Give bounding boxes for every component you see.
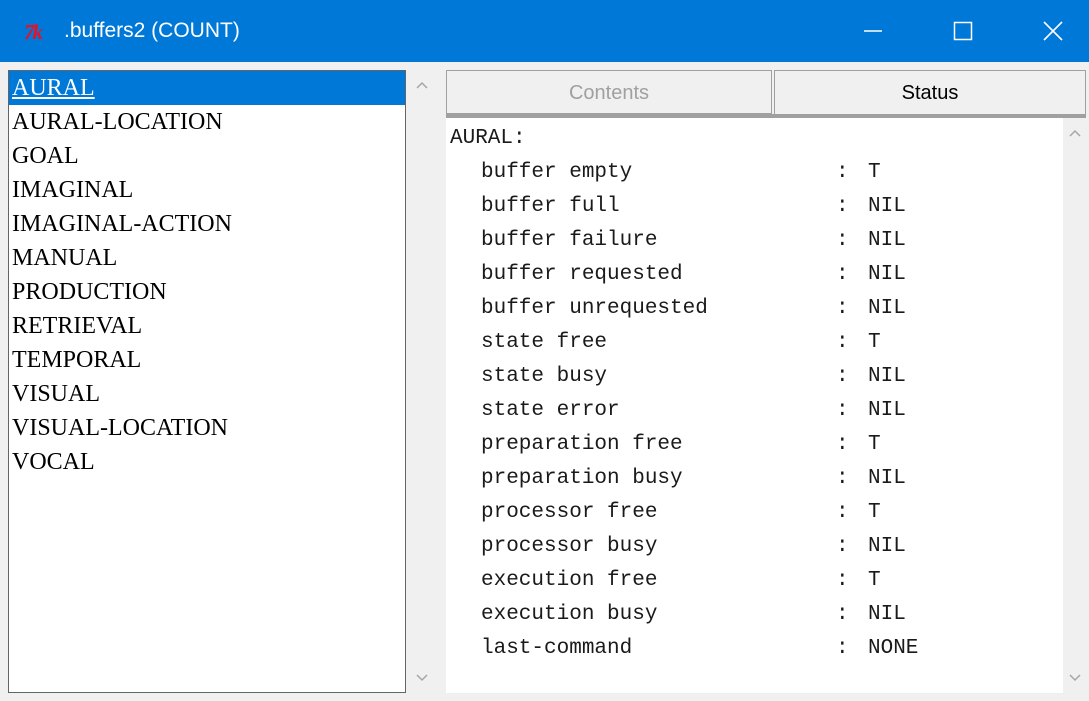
status-value: T xyxy=(868,331,881,354)
status-key: state busy xyxy=(481,365,608,388)
status-key: buffer failure xyxy=(481,229,658,252)
list-item[interactable]: VOCAL xyxy=(9,445,405,479)
status-key: state error xyxy=(481,399,620,422)
buffer-listbox[interactable]: AURAL AURAL-LOCATION GOAL IMAGINAL IMAGINAL-… xyxy=(8,70,406,693)
list-item[interactable]: AURAL xyxy=(9,71,405,105)
status-value: NIL xyxy=(868,297,906,320)
status-panel: AURAL: buffer empty: Tbuffer full: NIL buff… xyxy=(446,118,1063,693)
list-item[interactable]: RETRIEVAL xyxy=(9,309,405,343)
list-item[interactable]: VISUAL-LOCATION xyxy=(9,411,405,445)
status-row: buffer unrequested: NIL xyxy=(481,292,918,326)
status-value: T xyxy=(868,433,881,456)
status-separator: : xyxy=(836,603,849,626)
status-separator: : xyxy=(836,501,849,524)
status-row: state busy: NIL xyxy=(481,360,918,394)
status-rows: buffer empty: Tbuffer full: NIL buffer fail… xyxy=(481,156,918,666)
status-value: NIL xyxy=(868,263,906,286)
status-row: preparation free: T xyxy=(481,428,918,462)
status-separator: : xyxy=(836,467,849,490)
tab-status[interactable]: Status xyxy=(774,70,1086,114)
status-separator: : xyxy=(836,229,849,252)
close-button[interactable] xyxy=(1022,0,1084,62)
status-key: state free xyxy=(481,331,608,354)
status-key: processor busy xyxy=(481,535,658,558)
scroll-up-icon[interactable] xyxy=(1067,126,1083,142)
status-header: AURAL: xyxy=(450,127,526,150)
status-separator: : xyxy=(836,399,849,422)
status-separator: : xyxy=(836,433,849,456)
status-separator: : xyxy=(836,161,849,184)
status-value: T xyxy=(868,569,881,592)
status-key: last-command xyxy=(481,637,633,660)
status-value: NIL xyxy=(868,467,906,490)
minimize-button[interactable] xyxy=(842,0,904,62)
status-separator: : xyxy=(836,365,849,388)
tk-logo-icon: 7k xyxy=(24,20,43,44)
status-value: NIL xyxy=(868,535,906,558)
status-value: NIL xyxy=(868,365,906,388)
list-item[interactable]: GOAL xyxy=(9,139,405,173)
status-key: preparation free xyxy=(481,433,683,456)
status-row: preparation busy: NIL xyxy=(481,462,918,496)
title-bar[interactable]: 7k .buffers2 (COUNT) xyxy=(0,0,1089,62)
status-value: NIL xyxy=(868,229,906,252)
minimize-icon xyxy=(864,30,882,32)
status-separator: : xyxy=(836,297,849,320)
window-title: .buffers2 (COUNT) xyxy=(64,19,240,42)
status-separator: : xyxy=(836,195,849,218)
status-key: execution free xyxy=(481,569,658,592)
status-row: buffer empty: T xyxy=(481,156,918,190)
status-separator: : xyxy=(836,263,849,286)
status-separator: : xyxy=(836,535,849,558)
status-separator: : xyxy=(836,569,849,592)
status-value: NIL xyxy=(868,399,906,422)
status-key: buffer full xyxy=(481,195,620,218)
close-icon xyxy=(1043,21,1063,41)
tab-contents[interactable]: Contents xyxy=(446,70,772,114)
list-item[interactable]: MANUAL xyxy=(9,241,405,275)
maximize-button[interactable] xyxy=(932,0,994,62)
status-scrollbar[interactable] xyxy=(1063,118,1087,693)
status-row: execution busy: NIL xyxy=(481,598,918,632)
status-value: NONE xyxy=(868,637,919,660)
status-row: processor free: T xyxy=(481,496,918,530)
scroll-down-icon[interactable] xyxy=(1067,669,1083,685)
status-row: execution free: T xyxy=(481,564,918,598)
buffer-list-scrollbar[interactable] xyxy=(410,70,434,693)
status-row: last-command: NONE xyxy=(481,632,918,666)
status-key: buffer requested xyxy=(481,263,683,286)
status-key: preparation busy xyxy=(481,467,683,490)
status-separator: : xyxy=(836,331,849,354)
status-key: buffer unrequested xyxy=(481,297,708,320)
status-value: NIL xyxy=(868,603,906,626)
list-item[interactable]: VISUAL xyxy=(9,377,405,411)
list-item[interactable]: PRODUCTION xyxy=(9,275,405,309)
status-key: execution busy xyxy=(481,603,658,626)
status-separator: : xyxy=(836,637,849,660)
status-row: buffer requested: NIL xyxy=(481,258,918,292)
status-value: NIL xyxy=(868,195,906,218)
status-value: T xyxy=(868,501,881,524)
scroll-down-icon[interactable] xyxy=(414,669,430,685)
status-row: state free: T xyxy=(481,326,918,360)
status-value: T xyxy=(868,161,881,184)
status-row: processor busy: NIL xyxy=(481,530,918,564)
status-key: processor free xyxy=(481,501,658,524)
scroll-up-icon[interactable] xyxy=(414,78,430,94)
list-item[interactable]: IMAGINAL xyxy=(9,173,405,207)
status-row: buffer failure: NIL xyxy=(481,224,918,258)
status-row: state error: NIL xyxy=(481,394,918,428)
status-key: buffer empty xyxy=(481,161,633,184)
list-item[interactable]: IMAGINAL-ACTION xyxy=(9,207,405,241)
maximize-icon xyxy=(953,21,973,41)
list-item[interactable]: AURAL-LOCATION xyxy=(9,105,405,139)
status-row: buffer full: NIL xyxy=(481,190,918,224)
list-item[interactable]: TEMPORAL xyxy=(9,343,405,377)
